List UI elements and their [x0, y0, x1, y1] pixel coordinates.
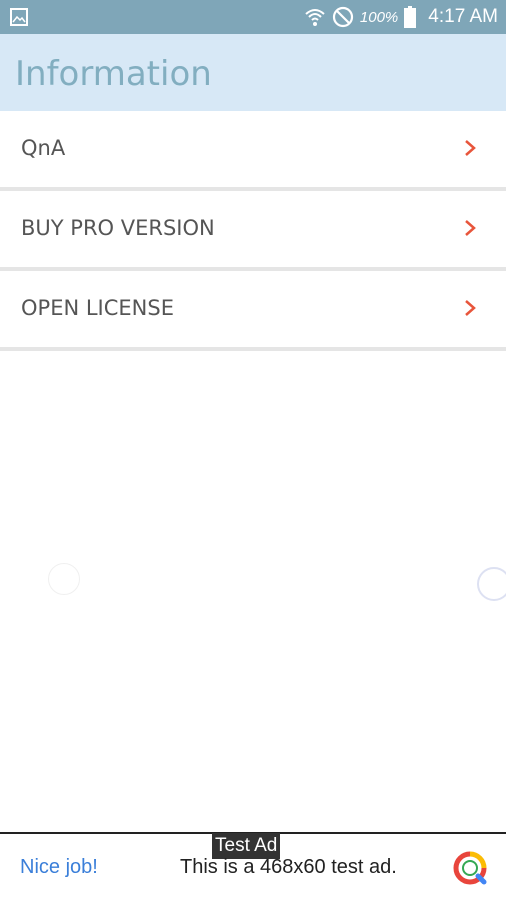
status-bar: 100% 4:17 AM	[0, 0, 506, 34]
chevron-right-icon	[465, 300, 476, 316]
status-icons: 100% 4:17 AM	[304, 0, 498, 34]
battery-icon	[404, 6, 417, 28]
battery-percent: 100%	[359, 8, 399, 26]
menu-item-label: BUY PRO VERSION	[21, 216, 215, 240]
menu-list: QnA BUY PRO VERSION OPEN LICENSE	[0, 111, 506, 351]
ad-logo-icon[interactable]	[452, 850, 488, 886]
decorative-ring	[48, 563, 80, 595]
gallery-icon	[10, 8, 28, 26]
clock: 4:17 AM	[428, 6, 498, 27]
do-not-disturb-icon	[332, 6, 354, 28]
chevron-right-icon	[465, 140, 476, 156]
wifi-icon	[305, 9, 325, 26]
ad-cta-link[interactable]: Nice job!	[20, 856, 98, 879]
menu-item-qna[interactable]: QnA	[0, 111, 506, 191]
ad-banner[interactable]: Test Ad Nice job! This is a 468x60 test …	[0, 832, 506, 900]
menu-item-label: OPEN LICENSE	[21, 296, 174, 320]
app-header: Information	[0, 34, 506, 111]
ad-text: This is a 468x60 test ad.	[180, 856, 397, 878]
page-title: Information	[15, 54, 212, 94]
menu-item-buy-pro[interactable]: BUY PRO VERSION	[0, 191, 506, 271]
menu-item-open-license[interactable]: OPEN LICENSE	[0, 271, 506, 351]
chevron-right-icon	[465, 220, 476, 236]
menu-item-label: QnA	[21, 136, 66, 160]
decorative-ring	[477, 567, 506, 601]
